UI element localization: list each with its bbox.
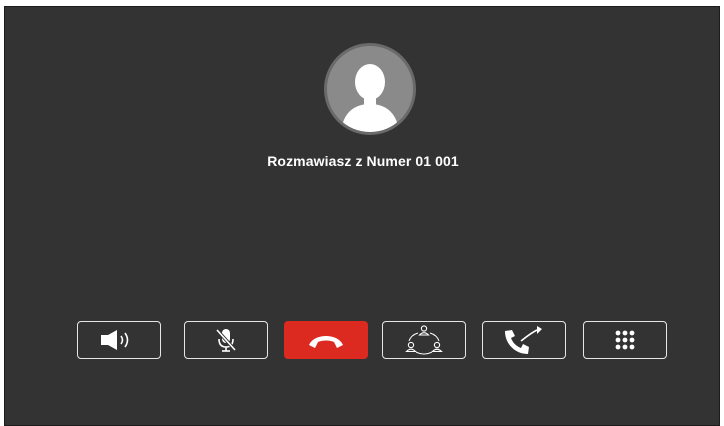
call-screen: Rozmawiasz z Numer 01 001 <box>4 6 720 426</box>
call-transfer-icon <box>505 326 542 354</box>
dialpad-button[interactable] <box>583 321 667 359</box>
mute-microphone-button[interactable] <box>184 321 268 359</box>
dialpad-icon <box>615 330 635 350</box>
phone-hangup-icon <box>309 336 343 348</box>
conference-button[interactable] <box>382 321 466 359</box>
transfer-call-button[interactable] <box>482 321 566 359</box>
person-silhouette-icon <box>327 46 413 132</box>
hang-up-button[interactable] <box>284 321 368 359</box>
caller-avatar <box>324 43 416 135</box>
speaker-icon <box>101 330 129 350</box>
microphone-muted-icon <box>215 328 237 352</box>
call-status-text: Rozmawiasz z Numer 01 001 <box>267 153 459 169</box>
speaker-button[interactable] <box>77 321 161 359</box>
conference-group-icon <box>405 325 443 355</box>
